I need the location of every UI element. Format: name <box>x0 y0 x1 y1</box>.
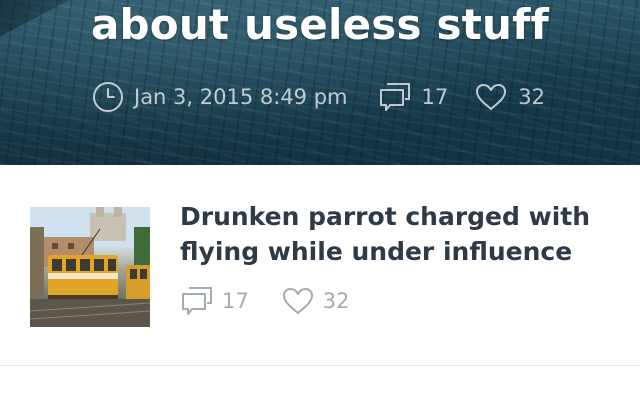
article-thumbnail[interactable] <box>30 207 150 327</box>
date-text: Jan 3, 2015 8:49 pm <box>134 85 348 109</box>
comments-icon <box>378 81 412 113</box>
article-title[interactable]: Drunken parrot charged with flying while… <box>180 199 620 269</box>
post-title: about useless stuff <box>90 0 550 49</box>
article-likes-count[interactable]: 32 <box>281 286 349 316</box>
post-date: Jan 3, 2015 8:49 pm <box>92 81 348 113</box>
post-meta: Jan 3, 2015 8:49 pm 17 32 <box>92 81 545 113</box>
heart-icon <box>474 82 508 112</box>
article-meta: 17 32 <box>180 285 349 317</box>
post-hero: about useless stuff Jan 3, 2015 8:49 pm … <box>0 0 640 165</box>
heart-icon <box>281 286 315 316</box>
comments-count[interactable]: 17 <box>378 81 448 113</box>
clock-icon <box>92 81 124 113</box>
likes-count[interactable]: 32 <box>474 82 545 112</box>
comments-icon <box>180 285 214 317</box>
article-card[interactable]: Drunken parrot charged with flying while… <box>0 165 640 366</box>
article-comments-count[interactable]: 17 <box>180 285 249 317</box>
